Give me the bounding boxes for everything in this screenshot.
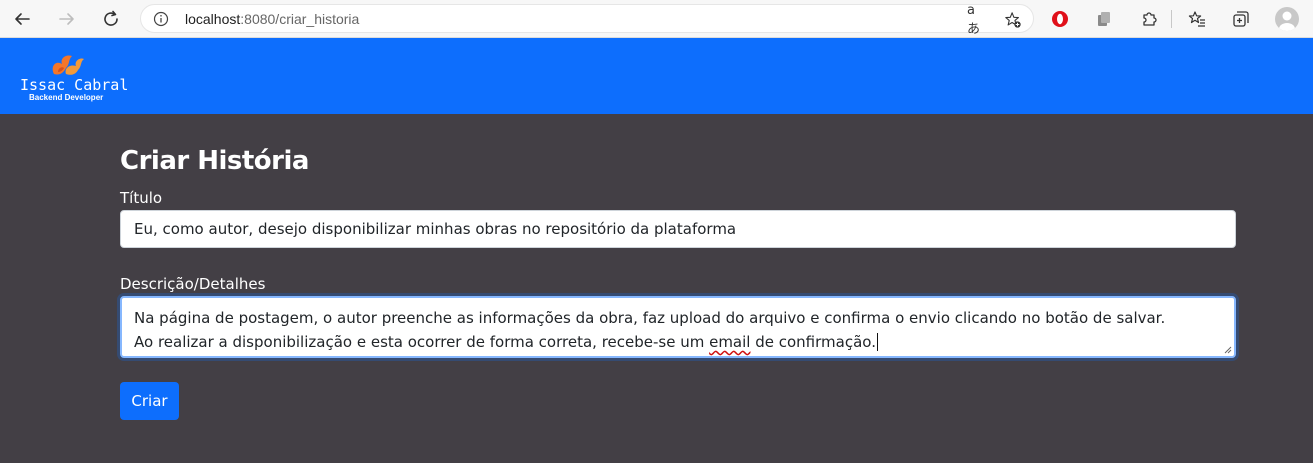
- page-title: Criar História: [120, 146, 309, 176]
- collections-extension-button[interactable]: [1093, 8, 1115, 30]
- create-button[interactable]: Criar: [120, 382, 179, 420]
- collections-button[interactable]: [1230, 8, 1252, 30]
- brand-subtitle: Backend Developer: [29, 93, 104, 102]
- brand-name[interactable]: Issac Cabral: [20, 76, 128, 94]
- stacked-pages-icon: [1098, 12, 1110, 26]
- read-aloud-icon[interactable]: aあ: [967, 3, 987, 37]
- collections-icon: [1233, 11, 1249, 27]
- read-aloud-glyph: aあ: [967, 3, 981, 37]
- description-line-2-end: de confirmação.: [750, 333, 876, 351]
- add-favorite-icon[interactable]: [1003, 10, 1023, 30]
- toolbar-separator: [1171, 10, 1172, 28]
- reload-icon: [104, 10, 118, 26]
- reload-button[interactable]: [99, 7, 123, 31]
- url-path: :8080/criar_historia: [240, 11, 360, 27]
- browser-toolbar: localhost:8080/criar_historia aあ: [0, 0, 1313, 38]
- description-line-2-start: Ao realizar a disponibilização e esta oc…: [134, 333, 710, 351]
- forward-arrow-icon: [59, 13, 74, 25]
- resize-handle-icon[interactable]: [1224, 346, 1232, 354]
- description-line-2: Ao realizar a disponibilização e esta oc…: [134, 330, 1222, 354]
- back-arrow-icon: [15, 13, 30, 25]
- puzzle-icon: [1143, 12, 1157, 26]
- opera-icon: [1052, 11, 1068, 27]
- back-button[interactable]: [10, 7, 34, 31]
- description-textarea[interactable]: Na página de postagem, o autor preenche …: [120, 296, 1236, 358]
- info-icon[interactable]: [153, 11, 169, 27]
- text-cursor: [876, 333, 878, 351]
- url-text[interactable]: localhost:8080/criar_historia: [185, 11, 359, 27]
- url-host: localhost: [185, 11, 241, 27]
- description-line-1: Na página de postagem, o autor preenche …: [134, 309, 1166, 327]
- address-bar[interactable]: localhost:8080/criar_historia aあ: [140, 3, 1034, 37]
- title-label: Título: [120, 189, 163, 207]
- site-navbar: Issac Cabral Backend Developer: [0, 38, 1313, 114]
- star-plus-icon: [1005, 12, 1021, 28]
- profile-avatar[interactable]: [1275, 7, 1299, 31]
- misspelled-word: email: [709, 333, 751, 351]
- favorites-list-icon: [1188, 11, 1205, 27]
- description-label: Descrição/Detalhes: [120, 275, 266, 293]
- person-icon: [1279, 11, 1295, 31]
- extensions-button[interactable]: [1138, 8, 1160, 30]
- title-input[interactable]: Eu, como autor, desejo disponibilizar mi…: [120, 210, 1236, 248]
- favorites-button[interactable]: [1186, 8, 1208, 30]
- opera-extension-button[interactable]: [1049, 8, 1071, 30]
- forward-button[interactable]: [55, 7, 79, 31]
